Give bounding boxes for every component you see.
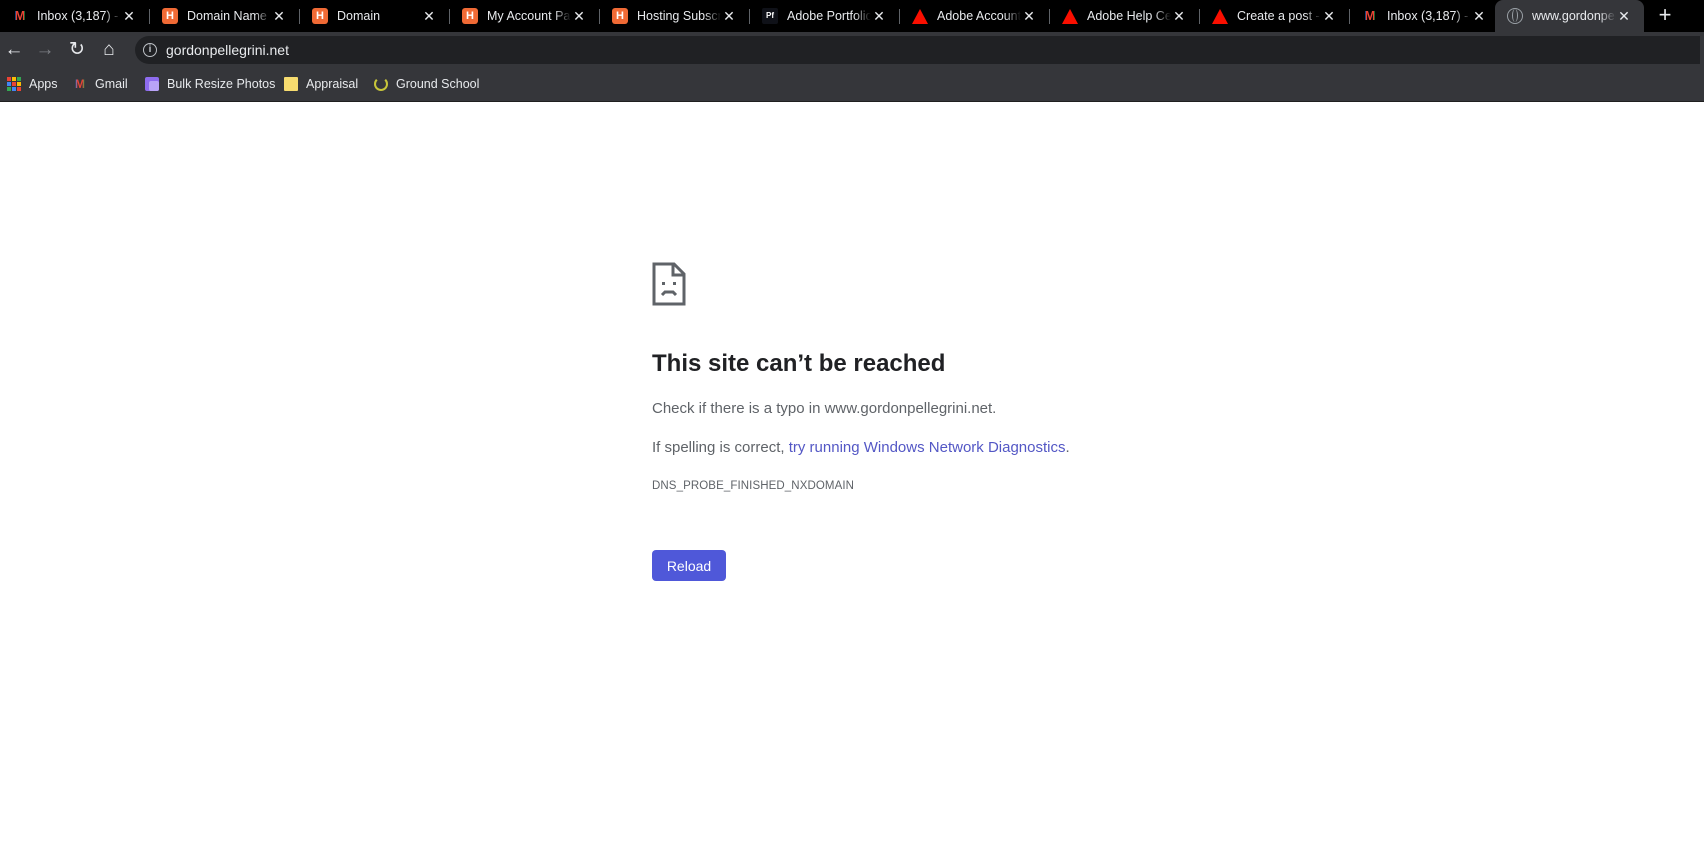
hostinger-icon: H (462, 8, 478, 24)
bookmark-bulk-resize-photos[interactable]: Bulk Resize Photos (145, 67, 275, 101)
close-icon[interactable]: ✕ (1021, 8, 1037, 24)
close-icon[interactable]: ✕ (271, 8, 287, 24)
tab-gordonpellegrini-active[interactable]: www.gordonpellegrini.net ✕ (1495, 0, 1644, 32)
page-content: This site can’t be reached Check if ther… (0, 102, 1704, 865)
tab-strip: M Inbox (3,187) - gordonpellegrini ✕ H D… (0, 0, 1704, 32)
tab-create-a-post[interactable]: Create a post - Adobe ✕ (1200, 0, 1349, 32)
tab-domain[interactable]: H Domain ✕ (300, 0, 449, 32)
bookmark-label: Appraisal (306, 77, 359, 91)
tab-title: My Account Panel (487, 9, 571, 23)
tab-title: Domain (337, 9, 381, 23)
close-icon[interactable]: ✕ (1321, 8, 1337, 24)
close-icon[interactable]: ✕ (421, 8, 437, 24)
tab-adobe-portfolio[interactable]: Pf Adobe Portfolio ✕ (750, 0, 899, 32)
close-icon[interactable]: ✕ (721, 8, 737, 24)
bookmark-label: Bulk Resize Photos (167, 77, 276, 91)
spelling-hint: If spelling is correct, try running Wind… (652, 439, 1070, 456)
tab-adobe-help-center[interactable]: Adobe Help Center ✕ (1050, 0, 1199, 32)
address-bar[interactable]: i gordonpellegrini.net (135, 36, 1700, 64)
info-icon[interactable]: i (143, 43, 157, 57)
hostinger-icon: H (312, 8, 328, 24)
close-icon[interactable]: ✕ (871, 8, 887, 24)
apps-grid-icon (7, 77, 21, 91)
tab-my-account-panel[interactable]: H My Account Panel ✕ (450, 0, 599, 32)
typo-hint: Check if there is a typo in www.gordonpe… (652, 400, 997, 417)
tab-adobe-account[interactable]: Adobe Account ✕ (900, 0, 1049, 32)
home-button[interactable]: ⌂ (97, 38, 121, 62)
bookmark-label: Ground School (396, 77, 480, 91)
spelling-hint-suffix: . (1065, 439, 1070, 456)
error-code: DNS_PROBE_FINISHED_NXDOMAIN (652, 480, 855, 492)
adobe-icon (1062, 8, 1078, 24)
tab-title: Domain Name Portfolio (187, 9, 271, 23)
tab-title: Inbox (3,187) - gordonpellegrini (37, 9, 121, 23)
bookmark-appraisal[interactable]: Appraisal (284, 67, 358, 101)
tab-domain-name-portfolio[interactable]: H Domain Name Portfolio ✕ (150, 0, 299, 32)
adobe-icon (1212, 8, 1228, 24)
reload-button[interactable]: Reload (652, 550, 726, 581)
bookmarks-bar: Apps M Gmail Bulk Resize Photos Appraisa… (0, 67, 1704, 102)
tab-title: Adobe Account (937, 9, 1021, 23)
hostinger-icon: H (612, 8, 628, 24)
tab-title: Adobe Help Center (1087, 9, 1171, 23)
tab-title: www.gordonpellegrini.net (1532, 9, 1616, 23)
tab-title: Hosting Subscriptions (637, 9, 721, 23)
gmail-icon: M (12, 8, 28, 24)
adobe-icon (912, 8, 928, 24)
close-icon[interactable]: ✕ (571, 8, 587, 24)
close-icon[interactable]: ✕ (1171, 8, 1187, 24)
close-icon[interactable]: ✕ (1616, 8, 1632, 24)
error-title: This site can’t be reached (652, 350, 946, 377)
note-icon (284, 77, 298, 91)
close-icon[interactable]: ✕ (121, 8, 137, 24)
adobe-portfolio-icon: Pf (762, 8, 778, 24)
tab-inbox-1[interactable]: M Inbox (3,187) - gordonpellegrini ✕ (0, 0, 149, 32)
spelling-hint-prefix: If spelling is correct, (652, 439, 789, 456)
gmail-icon: M (75, 77, 85, 91)
back-button[interactable]: ← (2, 38, 26, 62)
new-tab-button[interactable]: + (1653, 0, 1677, 32)
hostinger-icon: H (162, 8, 178, 24)
reload-icon-button[interactable]: ↻ (65, 38, 89, 62)
gmail-icon: M (1362, 8, 1378, 24)
bookmark-label: Gmail (95, 77, 128, 91)
ground-school-icon (374, 77, 388, 91)
sad-page-icon (652, 262, 686, 306)
globe-icon (1507, 8, 1523, 24)
url-text[interactable]: gordonpellegrini.net (166, 42, 289, 58)
bulk-resize-icon (145, 77, 159, 91)
tab-title: Inbox (3,187) - gordonpellegrini (1387, 9, 1471, 23)
bookmark-gmail[interactable]: M Gmail (73, 67, 128, 101)
bookmark-label: Apps (29, 77, 58, 91)
tab-hosting-subscriptions[interactable]: H Hosting Subscriptions ✕ (600, 0, 749, 32)
close-icon[interactable]: ✕ (1471, 8, 1487, 24)
tab-title: Create a post - Adobe (1237, 9, 1321, 23)
bookmark-apps[interactable]: Apps (7, 67, 58, 101)
forward-button[interactable]: → (33, 38, 57, 62)
bookmark-ground-school[interactable]: Ground School (374, 67, 479, 101)
tab-title: Adobe Portfolio (787, 9, 871, 23)
network-diagnostics-link[interactable]: try running Windows Network Diagnostics (789, 439, 1066, 456)
tab-inbox-2[interactable]: M Inbox (3,187) - gordonpellegrini ✕ (1350, 0, 1499, 32)
browser-toolbar: ← → ↻ ⌂ i gordonpellegrini.net (0, 32, 1704, 67)
